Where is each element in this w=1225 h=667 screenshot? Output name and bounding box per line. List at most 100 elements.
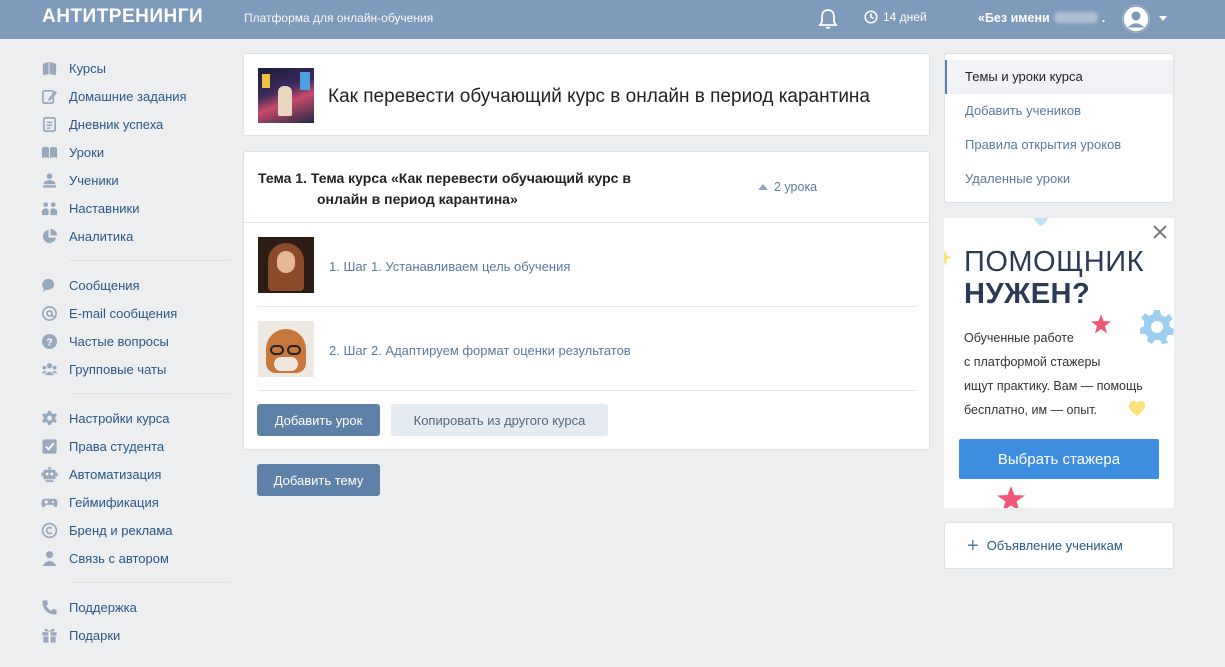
gift-icon — [40, 626, 58, 644]
sidebar-item-label: Групповые чаты — [69, 361, 167, 377]
group-chat-icon — [40, 360, 58, 378]
sidebar-item-label: Частые вопросы — [69, 333, 169, 349]
plus-icon: + — [967, 534, 979, 557]
sidebar-item-label: Настройки курса — [69, 410, 170, 426]
lessons-count-label: 2 урока — [774, 180, 818, 194]
divider — [69, 582, 230, 583]
top-bar: АНТИТРЕНИНГИ Платформа для онлайн-обучен… — [0, 0, 1225, 39]
sidebar: Курсы Домашние задания Дневник успеха Ур… — [40, 54, 230, 649]
announcement-button[interactable]: + Объявление ученикам — [944, 522, 1174, 569]
sidebar-item-messages[interactable]: Сообщения — [40, 271, 230, 299]
phone-icon — [40, 598, 58, 616]
course-header-card: Как перевести обучающий курс в онлайн в … — [243, 53, 930, 136]
sidebar-item-gifts[interactable]: Подарки — [40, 621, 230, 649]
copy-from-course-button[interactable]: Копировать из другого курса — [391, 404, 608, 436]
sidebar-item-label: Права студента — [69, 438, 165, 454]
star-decoration-icon — [997, 486, 1025, 508]
course-menu: Темы и уроки курса Добавить учеников Пра… — [944, 53, 1174, 203]
sidebar-item-label: Поддержка — [69, 599, 137, 615]
sidebar-item-homework[interactable]: Домашние задания — [40, 82, 230, 110]
copyright-icon — [40, 521, 58, 539]
sidebar-item-group-chats[interactable]: Групповые чаты — [40, 355, 230, 383]
menu-item-deleted-lessons[interactable]: Удаленные уроки — [945, 162, 1173, 196]
sidebar-item-label: E-mail сообщения — [69, 305, 178, 321]
diary-icon — [40, 115, 58, 133]
sidebar-item-students[interactable]: Ученики — [40, 166, 230, 194]
sidebar-item-student-rights[interactable]: Права студента — [40, 432, 230, 460]
chevron-down-icon[interactable] — [1159, 16, 1167, 21]
add-lesson-button[interactable]: Добавить урок — [257, 404, 380, 436]
sidebar-item-label: Связь с автором — [69, 550, 169, 566]
promo-banner: ПОМОЩНИК НУЖЕН? Обученные работе с платф… — [944, 218, 1174, 508]
trial-days[interactable]: 14 дней — [864, 10, 927, 24]
course-thumbnail[interactable] — [258, 68, 314, 123]
sidebar-item-mentors[interactable]: Наставники — [40, 194, 230, 222]
lesson-row[interactable]: 1. Шаг 1. Устанавливаем цель обучения — [258, 223, 916, 307]
menu-item-add-students[interactable]: Добавить учеников — [945, 94, 1173, 128]
svg-text:?: ? — [46, 337, 52, 348]
sidebar-item-support[interactable]: Поддержка — [40, 593, 230, 621]
heart-decoration-icon — [1033, 218, 1049, 226]
divider — [69, 393, 230, 394]
lesson-title[interactable]: 1. Шаг 1. Устанавливаем цель обучения — [329, 259, 570, 274]
promo-title: ПОМОЩНИК НУЖЕН? — [964, 246, 1144, 310]
sidebar-item-lessons[interactable]: Уроки — [40, 138, 230, 166]
lesson-thumbnail — [258, 237, 314, 293]
author-icon — [40, 549, 58, 567]
sidebar-item-label: Домашние задания — [69, 88, 187, 104]
sidebar-item-analytics[interactable]: Аналитика — [40, 222, 230, 250]
sidebar-item-diary[interactable]: Дневник успеха — [40, 110, 230, 138]
lessons-count-toggle[interactable]: 2 урока — [758, 180, 817, 194]
sidebar-item-label: Ученики — [69, 172, 119, 188]
close-icon[interactable] — [1152, 224, 1168, 240]
sidebar-item-label: Бренд и реклама — [69, 522, 173, 538]
lessons-icon — [40, 143, 58, 161]
faq-icon: ? — [40, 332, 58, 350]
menu-item-opening-rules[interactable]: Правила открытия уроков — [945, 128, 1173, 162]
blurred-name — [1053, 12, 1098, 23]
sidebar-item-email[interactable]: E-mail сообщения — [40, 299, 230, 327]
sidebar-item-course-settings[interactable]: Настройки курса — [40, 404, 230, 432]
messages-icon — [40, 276, 58, 294]
sidebar-item-label: Курсы — [69, 60, 107, 76]
course-title: Как перевести обучающий курс в онлайн в … — [328, 86, 870, 107]
lesson-thumbnail — [258, 321, 314, 377]
logo[interactable]: АНТИТРЕНИНГИ — [42, 6, 203, 28]
bell-icon[interactable] — [818, 8, 838, 30]
user-name[interactable]: «Без имени. — [978, 11, 1105, 25]
sidebar-item-label: Уроки — [69, 144, 105, 160]
avatar[interactable] — [1122, 5, 1150, 33]
sidebar-item-label: Наставники — [69, 200, 140, 216]
mentors-icon — [40, 199, 58, 217]
sidebar-item-gamification[interactable]: Геймификация — [40, 488, 230, 516]
topic-title[interactable]: Тема 1. Тема курса «Как перевести обучаю… — [258, 168, 698, 210]
add-topic-button[interactable]: Добавить тему — [257, 464, 380, 496]
sidebar-item-automation[interactable]: Автоматизация — [40, 460, 230, 488]
sidebar-item-faq[interactable]: ? Частые вопросы — [40, 327, 230, 355]
topic-card: Тема 1. Тема курса «Как перевести обучаю… — [243, 151, 930, 450]
trial-label: 14 дней — [883, 10, 927, 24]
robot-icon — [40, 465, 58, 483]
clock-icon — [864, 10, 878, 24]
lesson-row[interactable]: 2. Шаг 2. Адаптируем формат оценки резул… — [258, 307, 916, 391]
promo-text: Обученные работе с платформой стажеры ищ… — [964, 331, 1143, 417]
email-icon — [40, 304, 58, 322]
announcement-label: Объявление ученикам — [986, 538, 1123, 553]
sidebar-item-label: Дневник успеха — [69, 116, 164, 132]
sidebar-item-brand[interactable]: Бренд и реклама — [40, 516, 230, 544]
lesson-title[interactable]: 2. Шаг 2. Адаптируем формат оценки резул… — [329, 343, 631, 358]
sidebar-item-courses[interactable]: Курсы — [40, 54, 230, 82]
sidebar-item-label: Геймификация — [69, 494, 159, 510]
sidebar-item-label: Сообщения — [69, 277, 140, 293]
sidebar-item-contact-author[interactable]: Связь с автором — [40, 544, 230, 572]
menu-item-topics-lessons[interactable]: Темы и уроки курса — [945, 60, 1173, 94]
students-icon — [40, 171, 58, 189]
gamepad-icon — [40, 493, 58, 511]
settings-icon — [40, 409, 58, 427]
choose-intern-button[interactable]: Выбрать стажера — [959, 439, 1159, 479]
homework-icon — [40, 87, 58, 105]
slogan: Платформа для онлайн-обучения — [244, 11, 434, 25]
star-decoration-icon — [944, 250, 952, 266]
collapse-up-icon — [758, 184, 768, 190]
rights-icon — [40, 437, 58, 455]
